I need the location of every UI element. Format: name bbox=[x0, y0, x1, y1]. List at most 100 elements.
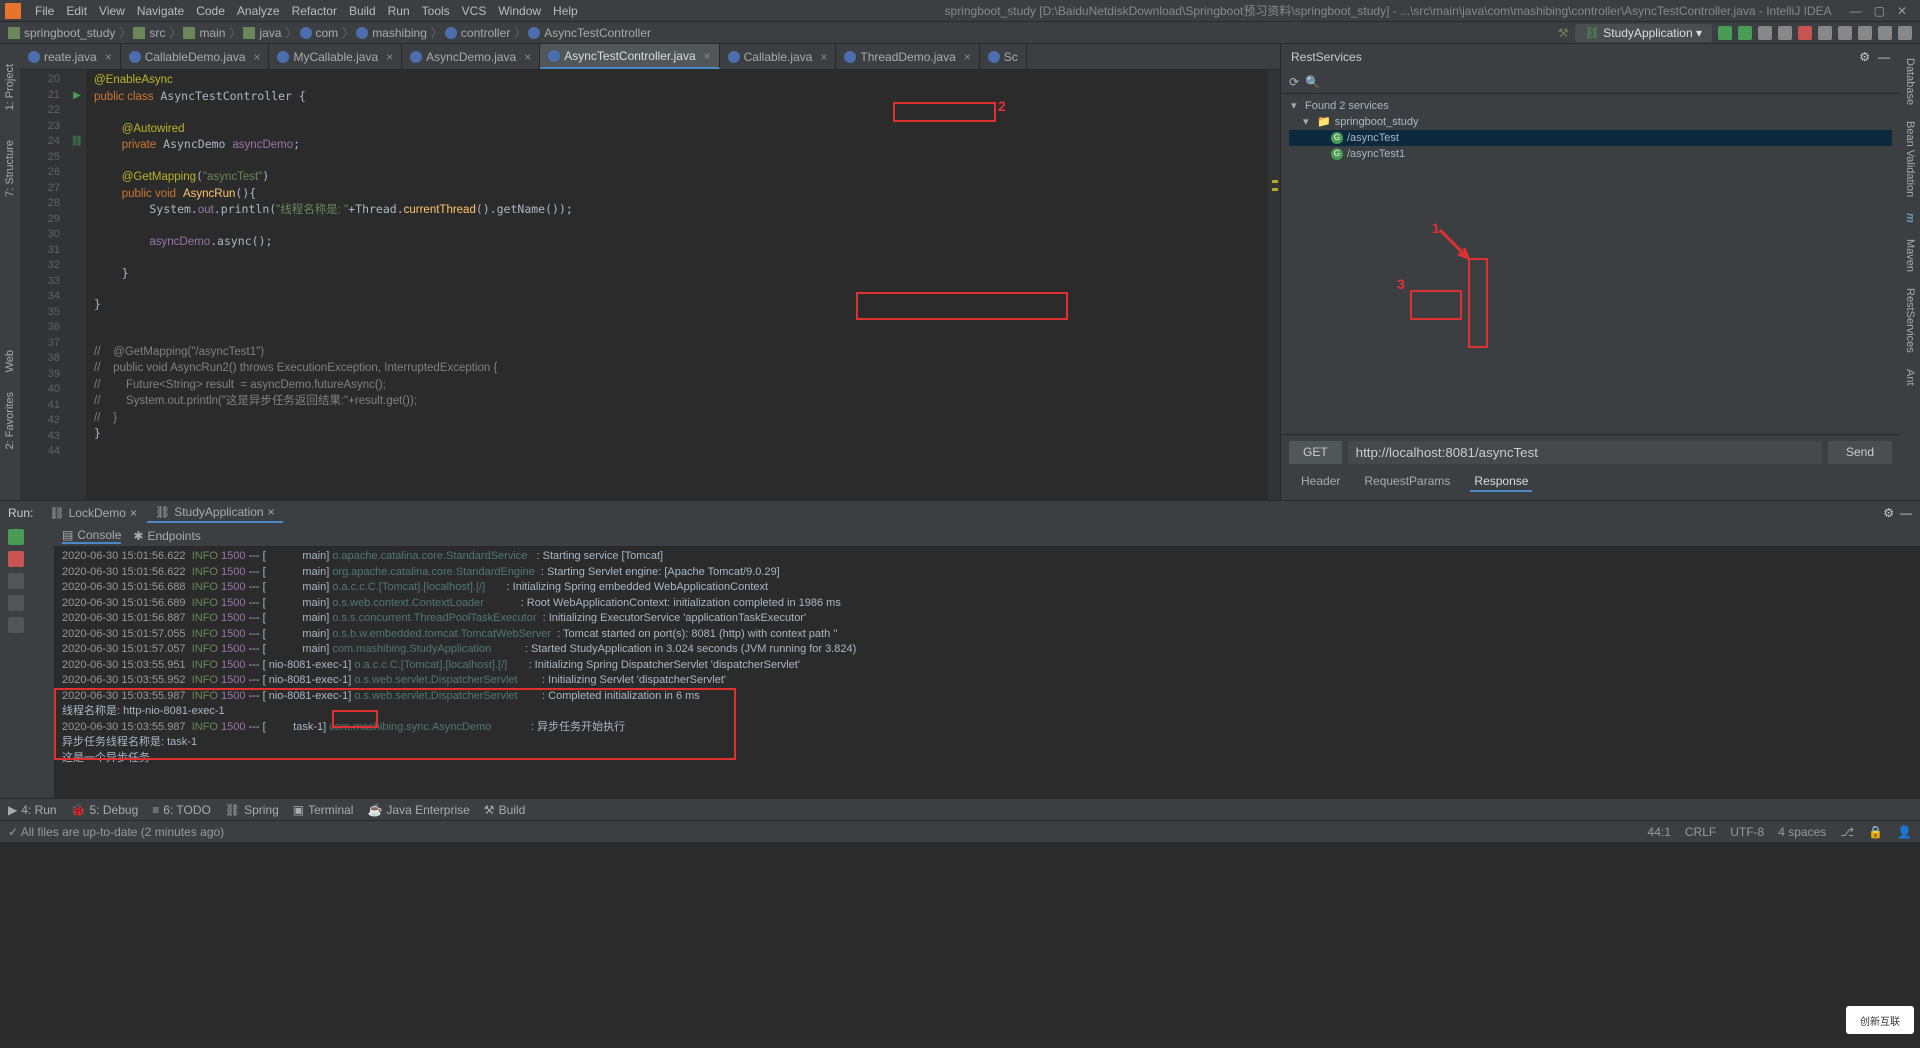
close-icon[interactable]: ✕ bbox=[1897, 4, 1907, 18]
tool-restservices[interactable]: RestServices bbox=[1904, 282, 1916, 359]
crumb-mashibing[interactable]: mashibing bbox=[372, 26, 427, 40]
tab-threaddemo[interactable]: ThreadDemo.java× bbox=[836, 44, 979, 69]
tab-sc[interactable]: Sc bbox=[980, 44, 1027, 69]
rerun-icon[interactable] bbox=[8, 529, 24, 545]
send-button[interactable]: Send bbox=[1828, 441, 1892, 464]
tool-favorites[interactable]: 2: Favorites bbox=[4, 392, 16, 449]
close-tab-icon[interactable]: × bbox=[386, 50, 393, 64]
http-method-select[interactable]: GET bbox=[1289, 441, 1342, 464]
tool-ant[interactable]: Ant bbox=[1904, 363, 1916, 392]
minimize-icon[interactable]: — bbox=[1850, 4, 1862, 18]
rest-tab-response[interactable]: Response bbox=[1470, 472, 1532, 492]
tool-web[interactable]: Web bbox=[4, 350, 16, 372]
refresh-icon[interactable]: ⟳ bbox=[1289, 75, 1299, 89]
line-ending[interactable]: CRLF bbox=[1685, 825, 1716, 839]
gear-icon[interactable]: ⚙ bbox=[1883, 506, 1894, 520]
run-icon[interactable] bbox=[1718, 26, 1732, 40]
btab-todo[interactable]: ≡ 6: TODO bbox=[152, 803, 211, 817]
run-line-icon[interactable]: ▶ bbox=[68, 88, 86, 104]
tab-asynctestcontroller[interactable]: AsyncTestController.java× bbox=[540, 44, 719, 69]
tab-reate[interactable]: reate.java× bbox=[20, 44, 121, 69]
coverage-icon[interactable] bbox=[1758, 26, 1772, 40]
menu-tools[interactable]: Tools bbox=[416, 4, 456, 18]
tool-database[interactable]: Database bbox=[1904, 52, 1916, 111]
inspection-icon[interactable]: 👤 bbox=[1897, 825, 1912, 839]
crumb-java[interactable]: java bbox=[259, 26, 281, 40]
menu-window[interactable]: Window bbox=[492, 4, 547, 18]
pin-icon[interactable] bbox=[8, 617, 24, 633]
hide-icon[interactable]: — bbox=[1900, 506, 1912, 520]
crumb-src[interactable]: src bbox=[149, 26, 165, 40]
rest-project[interactable]: springboot_study bbox=[1335, 114, 1419, 130]
tool-maven-label[interactable]: Maven bbox=[1904, 233, 1916, 278]
crumb-com[interactable]: com bbox=[316, 26, 339, 40]
tab-asyncdemo[interactable]: AsyncDemo.java× bbox=[402, 44, 540, 69]
close-tab-icon[interactable]: × bbox=[253, 50, 260, 64]
subtab-endpoints[interactable]: ✱ Endpoints bbox=[133, 529, 200, 543]
indent[interactable]: 4 spaces bbox=[1778, 825, 1826, 839]
btab-javaee[interactable]: ☕ Java Enterprise bbox=[367, 803, 469, 817]
close-tab-icon[interactable]: × bbox=[704, 49, 711, 63]
tab-mycallable[interactable]: MyCallable.java× bbox=[269, 44, 402, 69]
git-branch-icon[interactable]: ⎇ bbox=[1840, 825, 1854, 839]
http-url-input[interactable] bbox=[1348, 441, 1822, 464]
stop-icon[interactable] bbox=[1798, 26, 1812, 40]
rest-tab-params[interactable]: RequestParams bbox=[1360, 472, 1454, 492]
btab-terminal[interactable]: ▣ Terminal bbox=[293, 803, 354, 817]
menu-edit[interactable]: Edit bbox=[60, 4, 93, 18]
layout-icon[interactable] bbox=[8, 595, 24, 611]
vcs-revert-icon[interactable] bbox=[1878, 26, 1892, 40]
stop-run-icon[interactable] bbox=[8, 551, 24, 567]
btab-debug[interactable]: 🐞 5: Debug bbox=[71, 803, 139, 817]
lock-icon[interactable]: 🔒 bbox=[1868, 825, 1883, 839]
crumb-main[interactable]: main bbox=[199, 26, 225, 40]
build-icon[interactable]: ⚒ bbox=[1558, 26, 1569, 40]
tool-beanvalidation[interactable]: Bean Validation bbox=[1904, 115, 1916, 203]
menu-help[interactable]: Help bbox=[547, 4, 584, 18]
profiler-icon[interactable] bbox=[1778, 26, 1792, 40]
btab-spring[interactable]: ⛓ Spring bbox=[225, 803, 279, 817]
close-tab-icon[interactable]: × bbox=[524, 50, 531, 64]
menu-view[interactable]: View bbox=[93, 4, 131, 18]
run-config-dropdown[interactable]: ⛓ StudyApplication ▾ bbox=[1575, 24, 1712, 42]
tab-callable[interactable]: Callable.java× bbox=[720, 44, 837, 69]
console-output[interactable]: 2020-06-30 15:01:56.622 INFO 1500 --- [ … bbox=[54, 547, 1920, 798]
crumb-class[interactable]: AsyncTestController bbox=[544, 26, 651, 40]
menu-file[interactable]: File bbox=[29, 4, 60, 18]
maximize-icon[interactable]: ▢ bbox=[1874, 4, 1885, 18]
rest-tab-header[interactable]: Header bbox=[1297, 472, 1344, 492]
code-content[interactable]: @EnableAsync public class AsyncTestContr… bbox=[86, 70, 1268, 500]
menu-code[interactable]: Code bbox=[190, 4, 231, 18]
menu-run[interactable]: Run bbox=[382, 4, 416, 18]
btab-build[interactable]: ⚒ Build bbox=[484, 803, 525, 817]
run-tab-studyapplication[interactable]: ⛓ StudyApplication × bbox=[147, 503, 283, 523]
menu-build[interactable]: Build bbox=[343, 4, 382, 18]
tab-callabledemo[interactable]: CallableDemo.java× bbox=[121, 44, 270, 69]
close-tab-icon[interactable]: × bbox=[105, 50, 112, 64]
close-tab-icon[interactable]: × bbox=[820, 50, 827, 64]
vcs-commit-icon[interactable] bbox=[1838, 26, 1852, 40]
run-tab-lockdemo[interactable]: ⛓ LockDemo × bbox=[41, 503, 145, 523]
code-editor[interactable]: 2021222324252627282930313233343536373839… bbox=[20, 70, 1280, 500]
close-tab-icon[interactable]: × bbox=[964, 50, 971, 64]
tool-structure[interactable]: 7: Structure bbox=[4, 140, 16, 197]
search-services-icon[interactable]: 🔍 bbox=[1305, 75, 1320, 89]
endpoint-asynctest1[interactable]: G/asyncTest1 bbox=[1289, 146, 1892, 162]
tool-maven[interactable]: m bbox=[1904, 207, 1916, 229]
debug-icon[interactable] bbox=[1738, 26, 1752, 40]
crumb-project[interactable]: springboot_study bbox=[24, 26, 115, 40]
bean-icon[interactable]: ⛓ bbox=[68, 134, 86, 150]
gear-icon[interactable]: ⚙ bbox=[1859, 50, 1870, 64]
dump-threads-icon[interactable] bbox=[8, 573, 24, 589]
vcs-update-icon[interactable] bbox=[1818, 26, 1832, 40]
tool-project[interactable]: 1: Project bbox=[4, 64, 16, 110]
btab-run[interactable]: ▶ 4: Run bbox=[8, 803, 57, 817]
subtab-console[interactable]: ▤ Console bbox=[62, 528, 121, 544]
vcs-history-icon[interactable] bbox=[1858, 26, 1872, 40]
encoding[interactable]: UTF-8 bbox=[1730, 825, 1764, 839]
search-icon[interactable] bbox=[1898, 26, 1912, 40]
menu-analyze[interactable]: Analyze bbox=[231, 4, 286, 18]
hide-icon[interactable]: — bbox=[1878, 50, 1890, 64]
crumb-controller[interactable]: controller bbox=[461, 26, 510, 40]
menu-refactor[interactable]: Refactor bbox=[286, 4, 343, 18]
